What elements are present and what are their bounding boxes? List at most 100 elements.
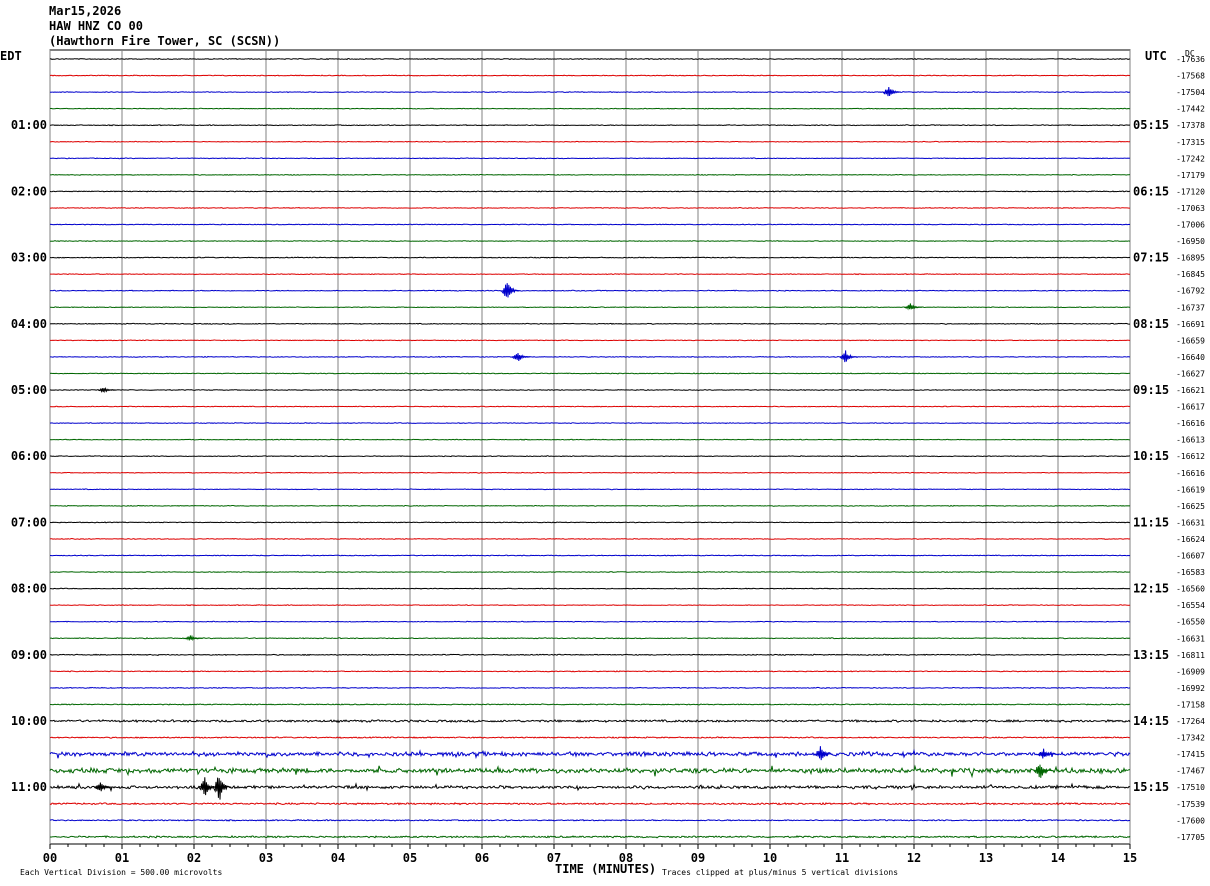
dc-offset-label: -16624	[1176, 535, 1205, 544]
trace-line	[49, 504, 1131, 507]
x-tick-label: 13	[979, 851, 993, 865]
dc-offset-label: -16659	[1176, 336, 1205, 345]
trace-line	[49, 124, 1131, 127]
x-tick-label: 11	[835, 851, 849, 865]
dc-offset-label: -16640	[1176, 353, 1205, 362]
trace-line	[49, 686, 1131, 689]
trace-line	[49, 107, 1131, 110]
trace-line	[50, 587, 1131, 590]
dc-offset-label: -17315	[1176, 138, 1205, 147]
dc-offset-label: -16554	[1176, 601, 1205, 610]
dc-offset-label: -16992	[1176, 684, 1205, 693]
trace-line	[49, 488, 1131, 491]
utc-axis-label: UTC	[1145, 49, 1167, 63]
trace-line	[49, 637, 1131, 640]
dc-offset-label: -16621	[1176, 386, 1205, 395]
dc-offset-label: -16895	[1176, 254, 1205, 263]
edt-hour-label: 06:00	[11, 449, 47, 463]
trace-line	[49, 736, 1131, 739]
utc-hour-label: 11:15	[1133, 515, 1169, 529]
trace-line	[50, 703, 1131, 706]
seismic-event	[500, 283, 520, 298]
trace-line	[49, 748, 1131, 760]
seismic-event	[97, 386, 117, 394]
dc-offset-label: -16631	[1176, 518, 1205, 527]
plot-frame	[49, 49, 1131, 845]
dc-offset-label: -17179	[1176, 171, 1205, 180]
dc-offset-label: -17467	[1176, 767, 1205, 776]
dc-offset-label: -17539	[1176, 800, 1205, 809]
dc-offset-label: -16811	[1176, 651, 1205, 660]
trace-line	[49, 764, 1131, 779]
trace-line	[49, 802, 1131, 806]
edt-hour-label: 07:00	[11, 515, 47, 529]
dc-offset-label: -17242	[1176, 154, 1205, 163]
trace-line	[50, 554, 1131, 557]
seismic-event	[212, 777, 232, 800]
utc-hour-label: 08:15	[1133, 317, 1169, 331]
trace-line	[49, 670, 1131, 673]
x-tick-label: 06	[475, 851, 489, 865]
utc-hour-label: 15:15	[1133, 780, 1169, 794]
x-axis-title: TIME (MINUTES)	[555, 862, 656, 876]
dc-offset-label: -16613	[1176, 436, 1205, 445]
dc-offset-label: -17504	[1176, 88, 1205, 97]
trace-line	[49, 206, 1130, 209]
x-tick-label: 05	[403, 851, 417, 865]
trace-line	[49, 389, 1131, 391]
dc-offset-label: -17568	[1176, 72, 1205, 81]
dc-offset-label: -16627	[1176, 369, 1205, 378]
trace-line	[50, 620, 1131, 623]
dc-offset-label: -16612	[1176, 452, 1205, 461]
seismic-event	[1037, 748, 1056, 759]
dc-offset-label: -16607	[1176, 552, 1205, 561]
edt-hour-label: 03:00	[11, 251, 47, 265]
edt-axis-label: EDT	[0, 49, 22, 63]
trace-line	[49, 289, 1131, 292]
dc-offset-label: -17063	[1176, 204, 1205, 213]
edt-hour-label: 10:00	[11, 714, 47, 728]
trace-line	[49, 604, 1131, 607]
dc-offset-label: -16619	[1176, 485, 1205, 494]
x-tick-label: 09	[691, 851, 705, 865]
trace-line	[49, 571, 1131, 574]
dc-offset-label: -17415	[1176, 750, 1205, 759]
trace-line	[49, 74, 1131, 77]
trace-line	[49, 537, 1131, 540]
seismic-event	[184, 634, 203, 642]
seismic-event	[882, 87, 901, 97]
x-tick-label: 12	[907, 851, 921, 865]
trace-line	[49, 422, 1131, 425]
x-tick-label: 15	[1123, 851, 1137, 865]
utc-hour-label: 05:15	[1133, 118, 1169, 132]
trace-line	[49, 91, 1131, 94]
edt-hour-label: 09:00	[11, 648, 47, 662]
dc-offset-label: -16691	[1176, 320, 1205, 329]
dc-offset-label: -17705	[1176, 833, 1205, 842]
x-tick-label: 03	[259, 851, 273, 865]
dc-offset-label: -17120	[1176, 187, 1205, 196]
seismic-event	[94, 782, 113, 792]
trace-line	[49, 653, 1131, 656]
dc-axis-label: DC	[1185, 49, 1195, 58]
edt-hour-label: 04:00	[11, 317, 47, 331]
trace-line	[50, 256, 1131, 259]
trace-line	[49, 190, 1131, 193]
seismic-event	[198, 777, 217, 796]
trace-line	[50, 339, 1131, 342]
trace-line	[49, 438, 1131, 441]
dc-offset-label: -16550	[1176, 618, 1205, 627]
trace-line	[50, 355, 1130, 358]
dc-offset-label: -17378	[1176, 121, 1205, 130]
dc-offset-label: -16617	[1176, 403, 1205, 412]
trace-line	[49, 372, 1131, 375]
x-tick-label: 10	[763, 851, 777, 865]
footer-scale-note: Each Vertical Division = 500.00 microvol…	[20, 868, 222, 877]
dc-offset-label: -16560	[1176, 585, 1205, 594]
utc-hour-label: 13:15	[1133, 648, 1169, 662]
trace-line	[49, 157, 1131, 160]
dc-offset-label: -16631	[1176, 634, 1205, 643]
edt-hour-label: 05:00	[11, 383, 47, 397]
utc-hour-label: 12:15	[1133, 582, 1169, 596]
seismic-event	[904, 303, 923, 311]
